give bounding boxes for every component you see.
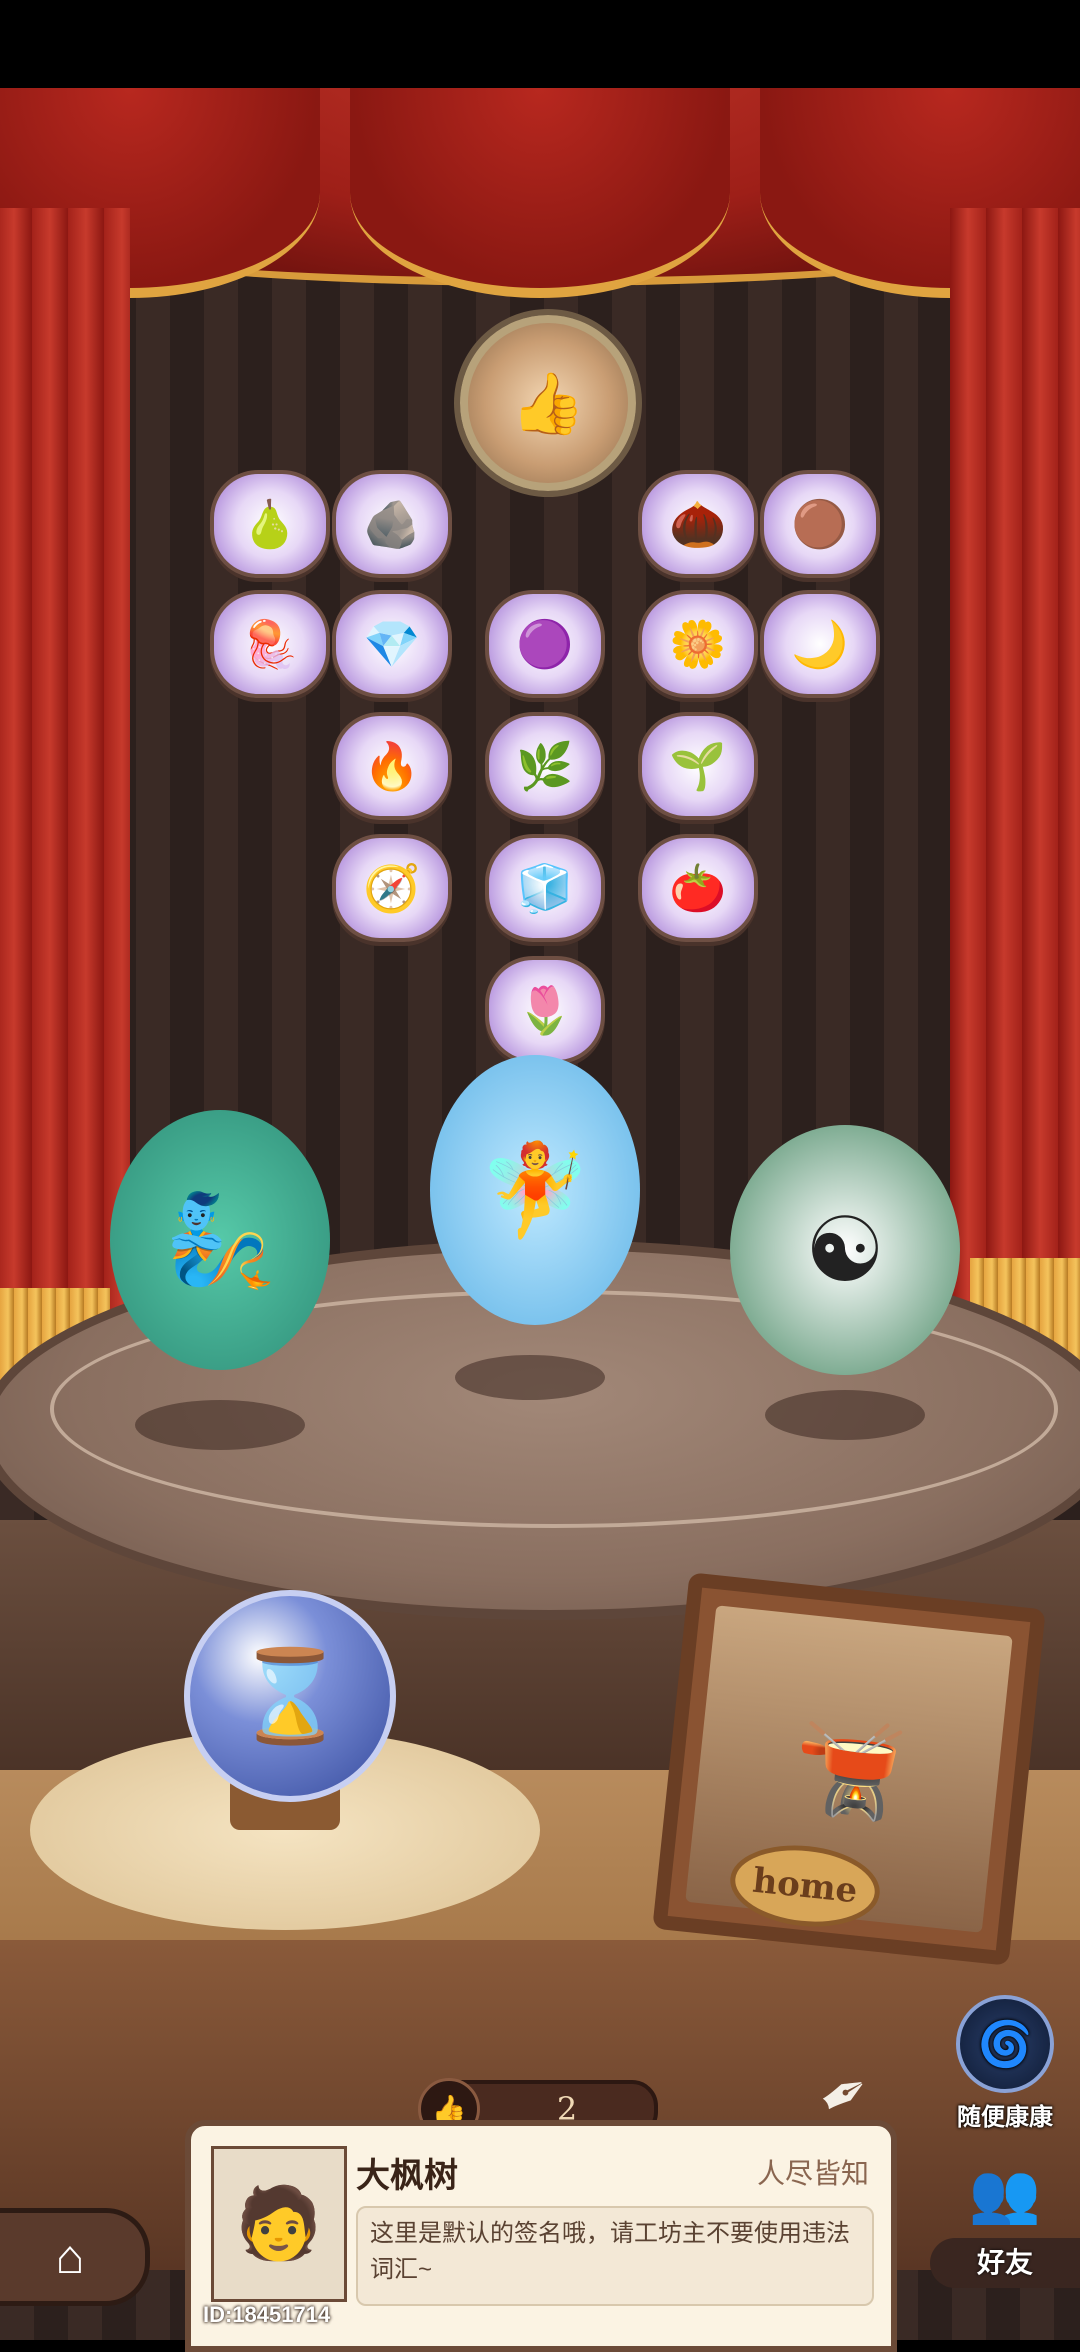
item-slot[interactable]: 🪼 bbox=[210, 590, 330, 698]
profile-card: 🧑 ID:18451714 大枫树 人尽皆知 这里是默认的签名哦，请工坊主不要使… bbox=[185, 2120, 897, 2352]
random-browse-label: 随便康康 bbox=[957, 2104, 1053, 2131]
item-slot[interactable]: 🌿 bbox=[485, 712, 605, 820]
item-slot[interactable]: 💎 bbox=[332, 590, 452, 698]
item-slot[interactable]: 🌼 bbox=[638, 590, 758, 698]
item-slot[interactable]: 🍅 bbox=[638, 834, 758, 942]
player-title: 人尽皆知 bbox=[756, 2158, 869, 2189]
item-slot[interactable]: 🪨 bbox=[332, 470, 452, 578]
random-browse-button[interactable]: 🌀 随便康康 bbox=[940, 1995, 1070, 2132]
item-slot[interactable]: 🟣 bbox=[485, 590, 605, 698]
avatar[interactable]: 🧑 bbox=[211, 2146, 347, 2302]
friends-label: 好友 bbox=[930, 2238, 1080, 2288]
character-taoist[interactable]: ☯ bbox=[720, 1100, 970, 1400]
item-slot[interactable]: 🔥 bbox=[332, 712, 452, 820]
character-genie[interactable]: 🧞 bbox=[100, 1080, 340, 1400]
curtain-swag-center bbox=[350, 88, 730, 298]
character-shadow bbox=[455, 1355, 605, 1400]
character-shadow bbox=[135, 1400, 305, 1450]
item-slot[interactable]: 🍐 bbox=[210, 470, 330, 578]
user-id: ID:18451714 bbox=[203, 2302, 331, 2327]
item-slot[interactable]: 🌰 bbox=[638, 470, 758, 578]
portal-icon: 🌀 bbox=[956, 1995, 1054, 2093]
home-button[interactable]: ⌂ bbox=[0, 2208, 150, 2306]
hourglass-orb-button[interactable]: ⌛ bbox=[184, 1590, 396, 1802]
character-ice-fairy[interactable]: 🧚 bbox=[420, 1030, 650, 1350]
friends-button[interactable]: 👥 好友 bbox=[930, 2160, 1080, 2290]
item-slot[interactable]: 🌙 bbox=[760, 590, 880, 698]
item-slot[interactable]: 🟤 bbox=[760, 470, 880, 578]
item-slot[interactable]: 🧭 bbox=[332, 834, 452, 942]
signature-text: 这里是默认的签名哦，请工坊主不要使用违法词汇~ bbox=[356, 2206, 874, 2306]
item-slot[interactable]: 🌱 bbox=[638, 712, 758, 820]
like-emblem-icon[interactable]: 👍 bbox=[460, 315, 636, 491]
friends-icon: 👥 bbox=[968, 2161, 1042, 2226]
hourglass-icon: ⌛ bbox=[233, 1646, 347, 1747]
player-name: 大枫树 bbox=[356, 2157, 458, 2195]
house-icon: ⌂ bbox=[55, 2230, 85, 2284]
item-slot[interactable]: 🧊 bbox=[485, 834, 605, 942]
